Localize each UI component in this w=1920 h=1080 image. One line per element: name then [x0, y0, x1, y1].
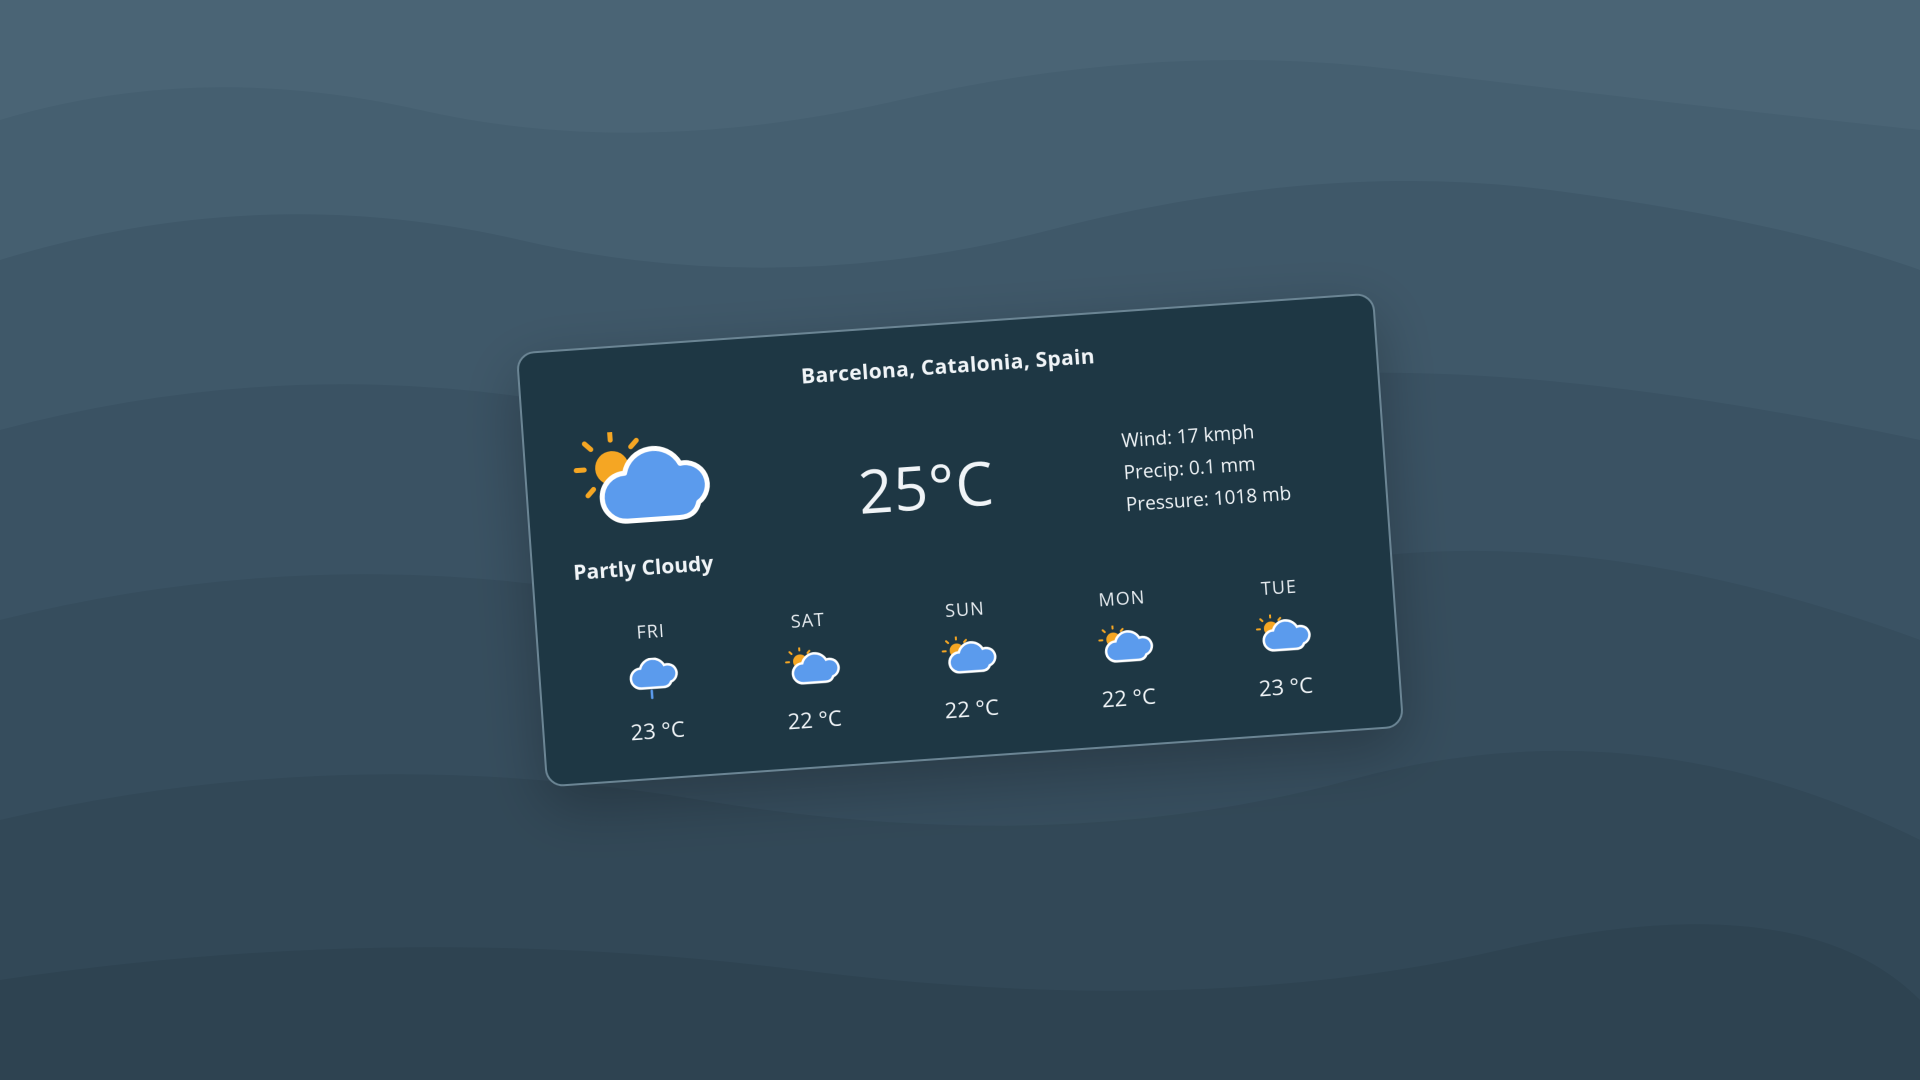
current-temperature: 25°C: [766, 434, 1087, 538]
forecast-day: SAT 22 °C: [738, 604, 885, 739]
forecast-day-label: SAT: [790, 608, 826, 634]
partly-cloudy-icon: [781, 645, 842, 693]
forecast-day-label: TUE: [1260, 575, 1298, 601]
forecast-day: FRI 23 °C: [581, 615, 728, 750]
forecast-day-label: MON: [1098, 585, 1146, 612]
partly-cloudy-icon: [1252, 612, 1313, 660]
forecast-row: FRI 23 °C SAT: [577, 571, 1360, 751]
current-details: Wind: 17 kmph Precip: 0.1 mm Pressure: 1…: [1120, 409, 1346, 521]
forecast-day-label: SUN: [944, 596, 985, 623]
forecast-day-temp: 23 °C: [1258, 670, 1314, 704]
partly-cloudy-icon: [1095, 623, 1156, 671]
light-rain-icon: [624, 656, 685, 704]
forecast-day: TUE 23 °C: [1209, 571, 1356, 706]
forecast-day-temp: 22 °C: [787, 703, 843, 737]
forecast-day: SUN 22 °C: [895, 593, 1042, 728]
weather-card: Barcelona, Catalonia, Spain: [516, 293, 1404, 788]
partly-cloudy-icon: [564, 425, 721, 545]
condition-label: Partly Cloudy: [572, 547, 754, 587]
current-conditions-row: Partly Cloudy 25°C Wind: 17 kmph Precip:…: [564, 381, 1349, 587]
forecast-day: MON 22 °C: [1052, 582, 1199, 717]
forecast-day-label: FRI: [636, 619, 666, 645]
forecast-day-temp: 22 °C: [944, 692, 1000, 726]
partly-cloudy-icon: [938, 634, 999, 682]
forecast-day-temp: 23 °C: [630, 714, 686, 748]
forecast-day-temp: 22 °C: [1101, 681, 1157, 715]
